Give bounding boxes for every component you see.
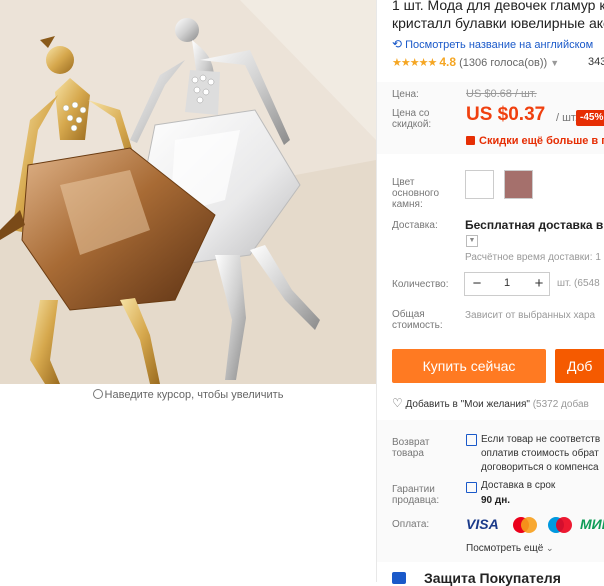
shipping-method[interactable]: Бесплатная доставка в Rus bbox=[465, 218, 604, 232]
product-image[interactable] bbox=[0, 0, 376, 384]
translate-title-link[interactable]: ⟲ Посмотреть название на английском bbox=[392, 37, 593, 51]
return-icon bbox=[466, 434, 477, 446]
chevron-down-icon: ▼ bbox=[550, 58, 560, 68]
shipping-estimate: Расчётное время доставки: 1 bbox=[465, 252, 601, 263]
wishlist-link[interactable]: ♡ Добавить в "Мои желания" (5372 добав bbox=[392, 396, 589, 410]
total-label-1: Общая bbox=[392, 309, 425, 320]
sale-price-label-2: скидкой: bbox=[392, 119, 432, 130]
heart-icon: ♡ bbox=[392, 396, 403, 410]
delivery-guarantee-icon bbox=[466, 482, 477, 493]
rating-stars: ★★★★★ bbox=[392, 57, 437, 69]
quantity-plus-button[interactable]: + bbox=[529, 273, 549, 295]
product-title-line-1: 1 шт. Мода для девочек гламур кра bbox=[392, 0, 604, 13]
price-per-unit: / шт. bbox=[556, 112, 578, 124]
color-swatch-mauve[interactable] bbox=[504, 170, 533, 199]
total-label-2: стоимость: bbox=[392, 320, 443, 331]
visa-logo: VISA bbox=[466, 516, 499, 532]
stock-count: шт. (6548 bbox=[557, 278, 600, 289]
return-label-1: Возврат bbox=[392, 437, 430, 448]
color-label-3: камня: bbox=[392, 199, 423, 210]
quantity-stepper: − 1 + bbox=[464, 272, 550, 296]
shield-icon bbox=[392, 572, 406, 584]
product-title-line-2: кристалл булавки ювелирные аксе bbox=[392, 15, 604, 31]
buyer-protection-heading: Защита Покупателя bbox=[424, 570, 561, 586]
delivery-guarantee-days: 90 дн. bbox=[481, 495, 511, 506]
chevron-down-icon: ⌄ bbox=[546, 543, 554, 553]
delivery-guarantee-text: Доставка в срок bbox=[481, 480, 556, 491]
coupon-link[interactable]: Скидки ещё больше в при bbox=[479, 135, 604, 147]
add-to-cart-button[interactable]: Доб bbox=[555, 349, 604, 383]
magnifier-icon bbox=[92, 389, 103, 399]
ballerina-brooch-photo bbox=[0, 0, 376, 384]
quantity-minus-button[interactable]: − bbox=[467, 273, 487, 295]
color-swatch-white[interactable] bbox=[465, 170, 494, 199]
color-label-1: Цвет bbox=[392, 177, 415, 188]
payment-label: Оплата: bbox=[392, 519, 430, 530]
zoom-hint: Наведите курсор, чтобы увеличить bbox=[0, 389, 376, 401]
buy-now-button[interactable]: Купить сейчас bbox=[392, 349, 546, 383]
orders-count: 343 bbox=[588, 56, 604, 68]
mastercard-logo bbox=[511, 516, 539, 534]
return-label-2: товара bbox=[392, 448, 424, 459]
shipping-label: Доставка: bbox=[392, 220, 438, 231]
old-price: US $0.68 / шт. bbox=[466, 88, 537, 100]
old-price-label: Цена: bbox=[392, 89, 419, 100]
translate-icon: ⟲ bbox=[392, 37, 403, 51]
total-value: Зависит от выбранных хара bbox=[465, 310, 596, 321]
return-policy-text: Если товар не соответств оплатив стоимос… bbox=[481, 434, 601, 473]
quantity-label: Количество: bbox=[392, 279, 449, 290]
color-label-2: основного bbox=[392, 188, 440, 199]
mir-logo: МИР bbox=[580, 516, 604, 532]
seller-guarantee-label-1: Гарантии bbox=[392, 484, 435, 495]
coupon-icon bbox=[466, 136, 475, 145]
see-more-link[interactable]: Посмотреть ещё ⌄ bbox=[466, 543, 554, 554]
maestro-logo bbox=[546, 516, 574, 534]
rating-votes: (1306 голоса(ов)) bbox=[459, 57, 548, 69]
quantity-input[interactable]: 1 bbox=[497, 273, 517, 295]
rating-row[interactable]: ★★★★★ 4.8 (1306 голоса(ов)) ▼ bbox=[392, 55, 559, 69]
sale-price: US $0.37 bbox=[466, 104, 546, 125]
shipping-dropdown-icon[interactable]: ▼ bbox=[466, 235, 478, 247]
seller-guarantee-label-2: продавца: bbox=[392, 495, 440, 506]
sale-price-label-1: Цена со bbox=[392, 108, 430, 119]
discount-badge: -45% bbox=[576, 110, 604, 126]
rating-value: 4.8 bbox=[439, 55, 457, 69]
